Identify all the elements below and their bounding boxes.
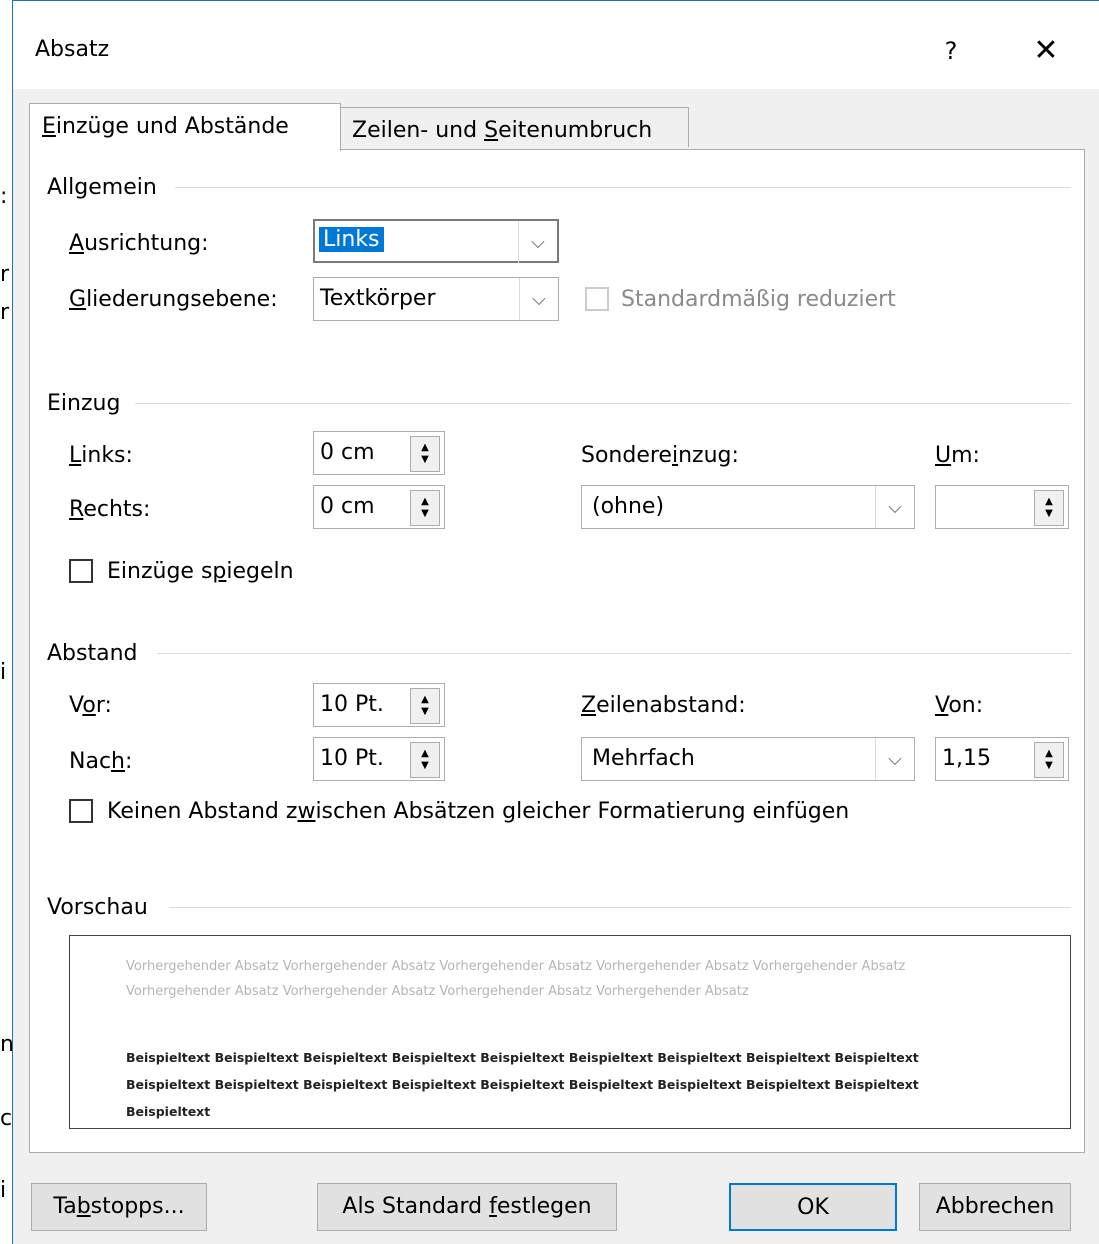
chevron-down-icon: ⌵: [519, 278, 558, 320]
section-einzug: Einzug: [47, 391, 121, 416]
von-spinner[interactable]: 1,15 ▲ ▼: [935, 737, 1069, 781]
ok-button[interactable]: OK: [729, 1183, 897, 1231]
cancel-button[interactable]: Abbrechen: [919, 1183, 1071, 1231]
um-spinner[interactable]: ▲ ▼: [935, 485, 1069, 529]
spin-arrows-icon[interactable]: ▲ ▼: [1034, 742, 1064, 778]
nach-label: Nach:: [69, 749, 133, 774]
von-value: 1,15: [942, 746, 991, 771]
zeilenabstand-label: Zeilenabstand:: [581, 693, 746, 718]
links-einzug-spinner[interactable]: 0 cm ▲ ▼: [313, 431, 445, 475]
ausrichtung-dropdown[interactable]: Links ⌵: [313, 219, 559, 263]
close-button[interactable]: ✕: [1023, 31, 1069, 71]
section-abstand: Abstand: [47, 641, 138, 666]
ausrichtung-value: Links: [319, 227, 384, 252]
einzuege-spiegeln-checkbox[interactable]: [69, 559, 93, 583]
tab-einzuege-und-abstaende[interactable]: Einzüge und Abstände: [29, 103, 341, 151]
spin-arrows-icon[interactable]: ▲ ▼: [410, 742, 440, 778]
dialog-title: Absatz: [35, 37, 110, 62]
tab-label: Einzüge und Abstände: [42, 114, 289, 139]
rechts-einzug-value: 0 cm: [320, 494, 375, 519]
section-divider: [169, 907, 1071, 908]
sondereinzug-value: (ohne): [592, 494, 665, 519]
section-allgemein: Allgemein: [47, 175, 157, 200]
close-icon: ✕: [1033, 33, 1059, 68]
keinen-abstand-checkbox[interactable]: [69, 799, 93, 823]
section-vorschau: Vorschau: [47, 895, 148, 920]
background-document: : r r i n c i: [0, 0, 14, 1244]
section-divider: [157, 653, 1071, 654]
einzuege-spiegeln-label: Einzüge spiegeln: [107, 559, 294, 584]
sondereinzug-label: Sondereinzug:: [581, 443, 739, 468]
sondereinzug-dropdown[interactable]: (ohne) ⌵: [581, 485, 915, 529]
links-label: Links:: [69, 443, 133, 468]
background-char: c: [0, 1106, 13, 1131]
background-char: i: [0, 1178, 7, 1203]
abstand-nach-value: 10 Pt.: [320, 746, 384, 771]
tab-zeilen-und-seitenumbruch[interactable]: Zeilen- und Seitenumbruch: [339, 107, 689, 147]
chevron-down-icon: ⌵: [875, 486, 914, 528]
spin-arrows-icon[interactable]: ▲ ▼: [410, 490, 440, 526]
spin-arrows-icon[interactable]: ▲ ▼: [410, 688, 440, 724]
gliederungsebene-dropdown[interactable]: Textkörper ⌵: [313, 277, 559, 321]
keinen-abstand-label: Keinen Abstand zwischen Absätzen gleiche…: [107, 799, 850, 824]
tabstopps-button[interactable]: Tabstopps...: [31, 1183, 207, 1231]
background-char: i: [0, 660, 7, 685]
um-label: Um:: [935, 443, 980, 468]
preview-box: Vorhergehender Absatz Vorhergehender Abs…: [69, 935, 1071, 1129]
ausrichtung-label: Ausrichtung:: [69, 231, 209, 256]
chevron-down-icon: ⌵: [875, 738, 914, 780]
standardmaessig-reduziert-checkbox[interactable]: [585, 287, 609, 311]
rechts-einzug-spinner[interactable]: 0 cm ▲ ▼: [313, 485, 445, 529]
von-label: Von:: [935, 693, 984, 718]
abstand-vor-value: 10 Pt.: [320, 692, 384, 717]
zeilenabstand-value: Mehrfach: [592, 746, 695, 771]
chevron-down-icon: ⌵: [518, 221, 557, 263]
standardmaessig-reduziert-label: Standardmäßig reduziert: [621, 287, 896, 312]
gliederungsebene-value: Textkörper: [320, 286, 436, 311]
zeilenabstand-dropdown[interactable]: Mehrfach ⌵: [581, 737, 915, 781]
section-divider: [175, 187, 1071, 188]
section-divider: [135, 403, 1071, 404]
abstand-nach-spinner[interactable]: 10 Pt. ▲ ▼: [313, 737, 445, 781]
title-bar[interactable]: Absatz ? ✕: [13, 1, 1099, 89]
tab-label: Zeilen- und Seitenumbruch: [352, 118, 653, 143]
vor-label: Vor:: [69, 693, 112, 718]
preview-sample-text: Beispieltext Beispieltext Beispieltext B…: [126, 1050, 919, 1119]
gliederungsebene-label: Gliederungsebene:: [69, 287, 278, 312]
links-einzug-value: 0 cm: [320, 440, 375, 465]
background-char: r: [0, 262, 10, 287]
help-button[interactable]: ?: [931, 31, 971, 71]
rechts-label: Rechts:: [69, 497, 151, 522]
paragraph-dialog: Absatz ? ✕ Einzüge und Abstände Zeilen- …: [12, 0, 1099, 1244]
als-standard-festlegen-button[interactable]: Als Standard festlegen: [317, 1183, 617, 1231]
preview-previous-paragraph: Vorhergehender Absatz Vorhergehender Abs…: [126, 959, 906, 999]
background-char: :: [0, 184, 8, 209]
spin-arrows-icon[interactable]: ▲ ▼: [410, 436, 440, 472]
spin-arrows-icon[interactable]: ▲ ▼: [1034, 490, 1064, 526]
abstand-vor-spinner[interactable]: 10 Pt. ▲ ▼: [313, 683, 445, 727]
background-char: r: [0, 300, 10, 325]
